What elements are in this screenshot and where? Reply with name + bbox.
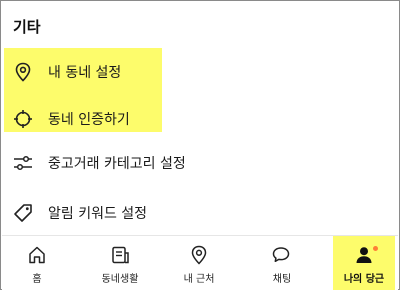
menu-item-label: 알림 키워드 설정 — [48, 206, 148, 222]
location-pin-icon — [13, 62, 33, 82]
person-icon — [353, 244, 375, 266]
tab-label: 채팅 — [272, 274, 292, 285]
menu-item-verify-neighborhood[interactable]: 동네 인증하기 — [13, 105, 130, 133]
crosshair-target-icon — [13, 109, 33, 129]
tab-label: 동네생활 — [101, 274, 139, 285]
tab-label: 내 근처 — [183, 274, 215, 285]
menu-item-label: 동네 인증하기 — [48, 112, 130, 128]
menu-item-neighborhood-settings[interactable]: 내 동네 설정 — [13, 58, 121, 86]
section-title: 기타 — [13, 18, 41, 36]
document-icon — [109, 244, 131, 266]
notification-dot — [373, 246, 378, 251]
location-pin-icon — [188, 244, 210, 266]
chat-bubbles-icon — [271, 244, 293, 266]
tag-icon — [13, 203, 33, 223]
tab-nearby[interactable]: 내 근처 — [164, 236, 234, 290]
screen-frame: 기타 내 동네 설정 동네 인증하기 중고거래 카테고리 설정 알림 키워드 설… — [0, 0, 400, 290]
tab-label: 홈 — [32, 274, 42, 285]
menu-item-keyword-alerts[interactable]: 알림 키워드 설정 — [13, 199, 147, 227]
tab-label: 나의 당근 — [343, 274, 385, 285]
bottom-tab-bar: 홈 동네생활 내 근처 채팅 나의 당근 — [2, 235, 398, 290]
menu-item-category-settings[interactable]: 중고거래 카테고리 설정 — [13, 149, 186, 177]
tab-my-carrot[interactable]: 나의 당근 — [333, 236, 395, 290]
tab-neighborhood-life[interactable]: 동네생활 — [85, 236, 155, 290]
tab-home[interactable]: 홈 — [2, 236, 72, 290]
tab-chat[interactable]: 채팅 — [247, 236, 317, 290]
home-icon — [26, 244, 48, 266]
menu-item-label: 내 동네 설정 — [48, 65, 122, 81]
sliders-icon — [13, 153, 33, 173]
menu-item-label: 중고거래 카테고리 설정 — [48, 156, 186, 172]
